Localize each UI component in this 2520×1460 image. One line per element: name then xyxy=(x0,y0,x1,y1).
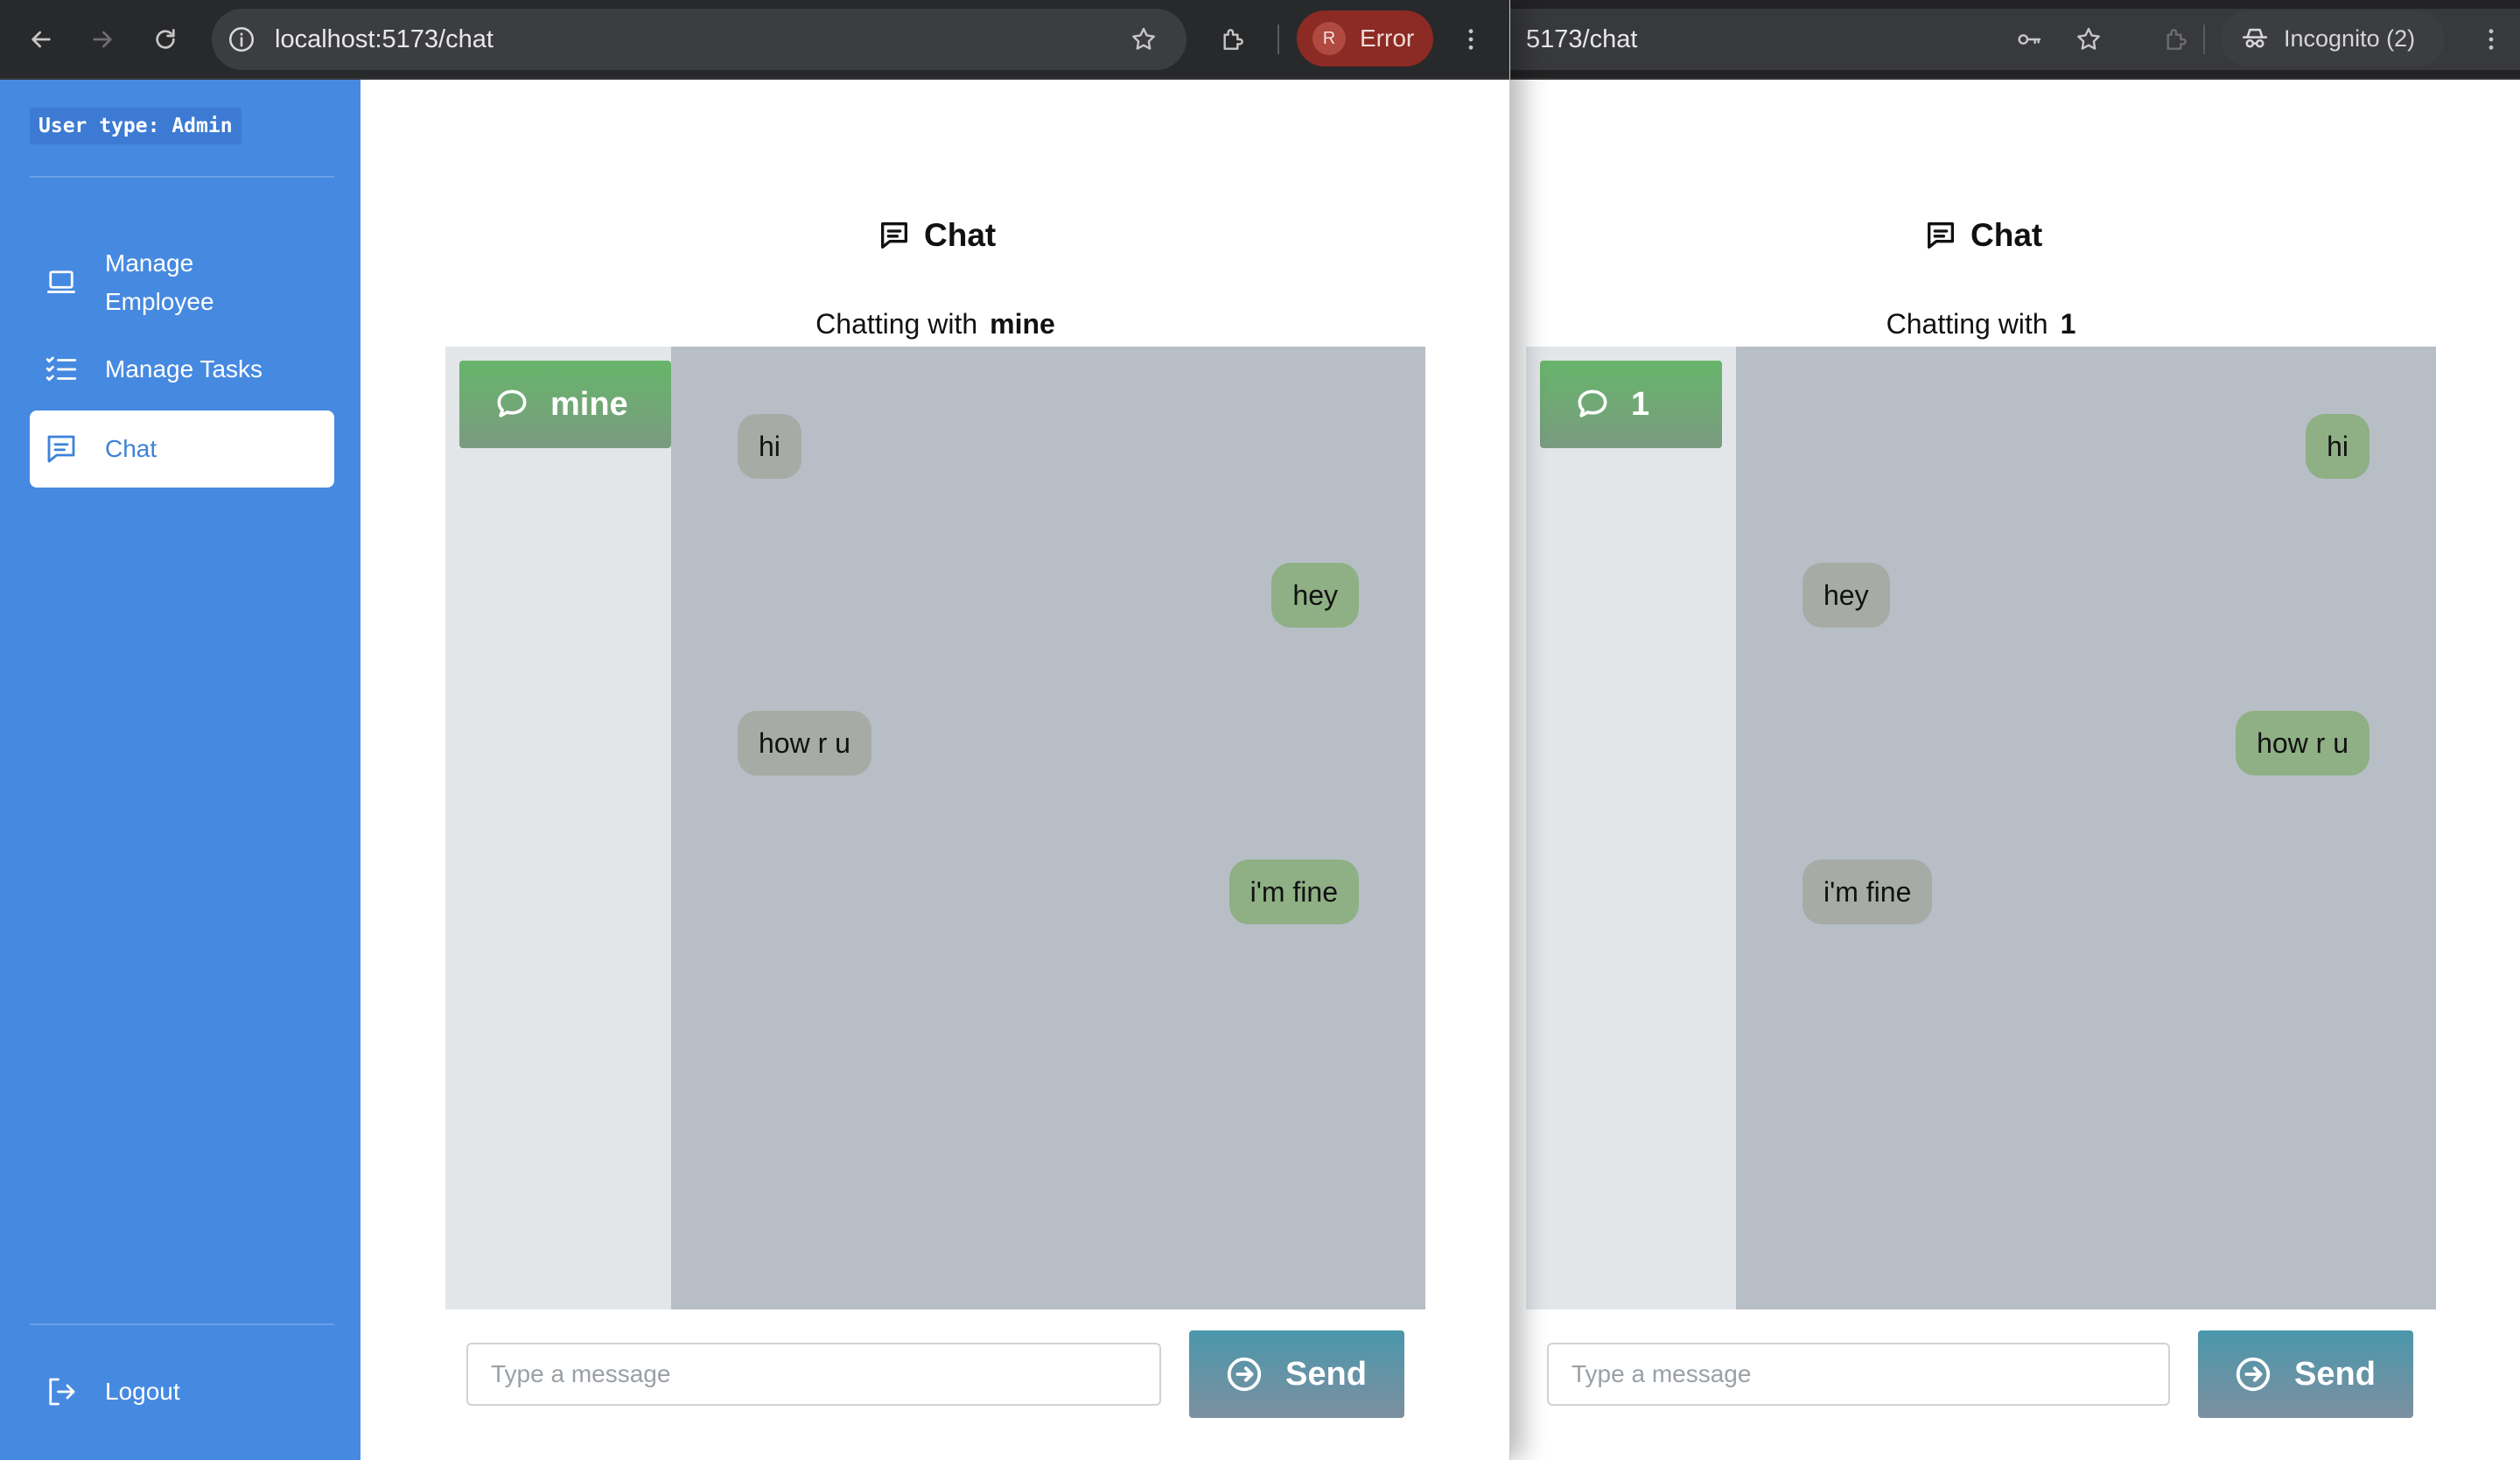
logout-icon xyxy=(38,1373,84,1410)
profile-error-label: Error xyxy=(1360,25,1415,52)
browser-menu-kebab-icon[interactable] xyxy=(1451,19,1491,60)
address-bar[interactable]: localhost:5173/chat xyxy=(212,9,1186,70)
sidebar: User type: Admin Manage Employee Manage … xyxy=(0,80,360,1460)
contact-button-1[interactable]: 1 xyxy=(1540,361,1722,448)
chat-panel: mine hi hey how r u i'm fine xyxy=(445,347,1425,1309)
page-title: Chat xyxy=(877,217,996,254)
chat-icon xyxy=(881,222,907,249)
chat-panel: 1 hi hey how r u i'm fine xyxy=(1526,347,2436,1309)
chatting-with-label: Chatting with mine xyxy=(445,308,1425,340)
forward-arrow-icon[interactable] xyxy=(82,19,122,60)
profile-avatar: R xyxy=(1312,22,1346,55)
address-bar-url: localhost:5173/chat xyxy=(275,25,494,53)
contact-name: 1 xyxy=(1631,385,1650,423)
message-bubble-incoming: hey xyxy=(1802,563,1890,628)
sidebar-divider xyxy=(30,176,334,178)
extensions-puzzle-icon[interactable] xyxy=(1213,19,1253,60)
message-bubble-outgoing: hey xyxy=(1271,563,1359,628)
message-input[interactable] xyxy=(466,1343,1161,1406)
chat-bubble-icon xyxy=(497,390,527,418)
sidebar-item-manage-tasks[interactable]: Manage Tasks xyxy=(30,339,334,400)
back-arrow-icon[interactable] xyxy=(21,19,61,60)
send-button[interactable]: Send xyxy=(1189,1330,1404,1418)
address-bar-url: 5173/chat xyxy=(1526,25,1638,53)
message-bubble-outgoing: i'm fine xyxy=(1228,860,1359,924)
sidebar-item-chat[interactable]: Chat xyxy=(30,411,334,488)
reload-icon[interactable] xyxy=(145,19,186,60)
chat-icon xyxy=(38,431,84,467)
contact-name: mine xyxy=(550,385,628,423)
browser-window-incognito: 5173/chat Incognito (2) Chat Chatting wi… xyxy=(1510,0,2520,1460)
browser-window-main: localhost:5173/chat R Error User type: A… xyxy=(0,0,1510,1460)
incognito-indicator[interactable]: Incognito (2) xyxy=(2221,11,2445,67)
sidebar-item-label: Manage Tasks xyxy=(105,355,263,383)
task-list-icon xyxy=(38,351,84,388)
site-info-icon[interactable] xyxy=(224,22,259,57)
page-title: Chat xyxy=(1923,217,2042,254)
sidebar-item-manage-employee[interactable]: Manage Employee xyxy=(30,237,334,328)
page-title-text: Chat xyxy=(924,217,997,253)
page-viewport: Chat Chatting with 1 1 hi hey how r u i'm… xyxy=(1510,80,2520,1460)
contact-list: 1 xyxy=(1526,347,1736,1309)
logout-button[interactable]: Logout xyxy=(30,1361,334,1422)
message-bubble-outgoing: hi xyxy=(2306,414,2370,479)
chatting-with-label: Chatting with 1 xyxy=(1526,308,2436,340)
arrow-circle-right-icon xyxy=(2236,1357,2271,1392)
message-bubble-incoming: i'm fine xyxy=(1802,860,1933,924)
extensions-puzzle-icon[interactable] xyxy=(2156,19,2196,60)
message-bubble-outgoing: how r u xyxy=(2236,711,2370,776)
browser-menu-kebab-icon[interactable] xyxy=(2471,19,2511,60)
contact-list: mine xyxy=(445,347,671,1309)
password-key-icon[interactable] xyxy=(2009,19,2049,60)
bookmark-star-icon[interactable] xyxy=(1124,19,1164,60)
send-button[interactable]: Send xyxy=(2198,1330,2413,1418)
arrow-circle-right-icon xyxy=(1227,1357,1262,1392)
chat-icon xyxy=(1928,222,1954,249)
profile-error-button[interactable]: R Error xyxy=(1297,11,1433,67)
user-type-badge: User type: Admin xyxy=(30,108,242,144)
incognito-icon xyxy=(2242,28,2268,48)
incognito-label: Incognito (2) xyxy=(2284,25,2416,52)
browser-toolbar: 5173/chat Incognito (2) xyxy=(1510,0,2520,79)
chat-bubble-icon xyxy=(1578,390,1607,418)
send-button-label: Send xyxy=(1285,1355,1367,1393)
page-title-text: Chat xyxy=(1970,217,2043,253)
laptop-icon xyxy=(38,264,84,301)
chatting-with-name: mine xyxy=(990,308,1055,340)
sidebar-item-label: Chat xyxy=(105,435,158,462)
browser-toolbar: localhost:5173/chat R Error xyxy=(0,0,1509,79)
chatting-with-name: 1 xyxy=(2060,308,2076,340)
logout-label: Logout xyxy=(105,1378,180,1405)
contact-button-mine[interactable]: mine xyxy=(459,361,671,448)
chatting-with-prefix: Chatting with xyxy=(1886,308,2048,340)
page-viewport: User type: Admin Manage Employee Manage … xyxy=(0,80,1509,1460)
bookmark-star-icon[interactable] xyxy=(2068,19,2109,60)
message-area: hi hey how r u i'm fine xyxy=(1736,347,2436,1309)
message-area: hi hey how r u i'm fine xyxy=(671,347,1425,1309)
message-bubble-incoming: how r u xyxy=(738,711,872,776)
sidebar-item-label: Manage Employee xyxy=(105,249,214,315)
send-button-label: Send xyxy=(2294,1355,2376,1393)
sidebar-divider xyxy=(30,1323,334,1325)
message-input[interactable] xyxy=(1547,1343,2170,1406)
chatting-with-prefix: Chatting with xyxy=(816,308,978,340)
message-bubble-incoming: hi xyxy=(738,414,802,479)
